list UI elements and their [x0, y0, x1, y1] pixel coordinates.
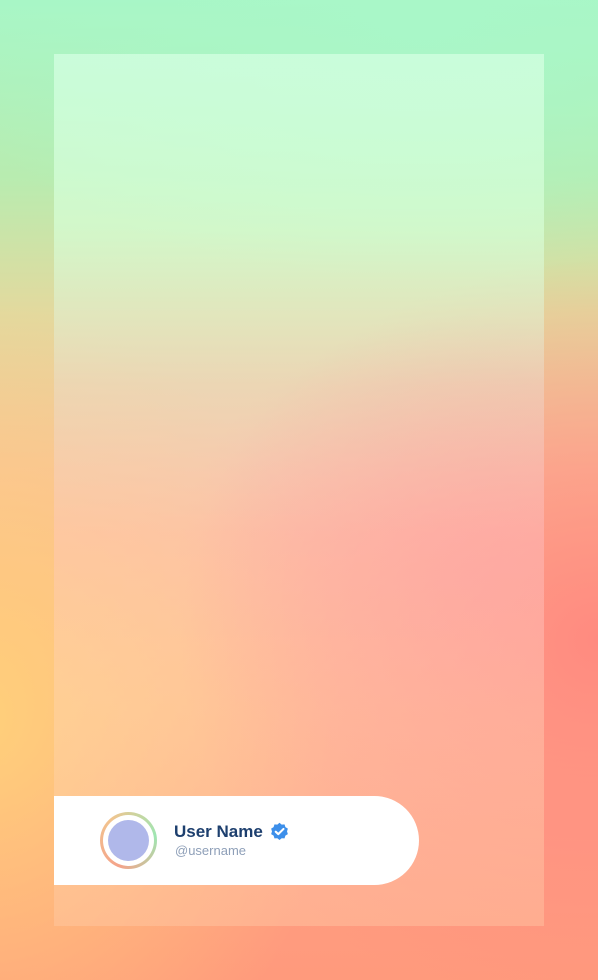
profile-card[interactable]: User Name @username [54, 796, 419, 885]
avatar[interactable] [108, 820, 149, 861]
verified-badge-icon [271, 822, 288, 841]
story-frame: User Name @username [54, 54, 544, 926]
avatar-gap [103, 815, 154, 866]
avatar-ring[interactable] [100, 812, 157, 869]
user-name[interactable]: User Name [174, 822, 263, 842]
user-handle: @username [175, 843, 247, 858]
